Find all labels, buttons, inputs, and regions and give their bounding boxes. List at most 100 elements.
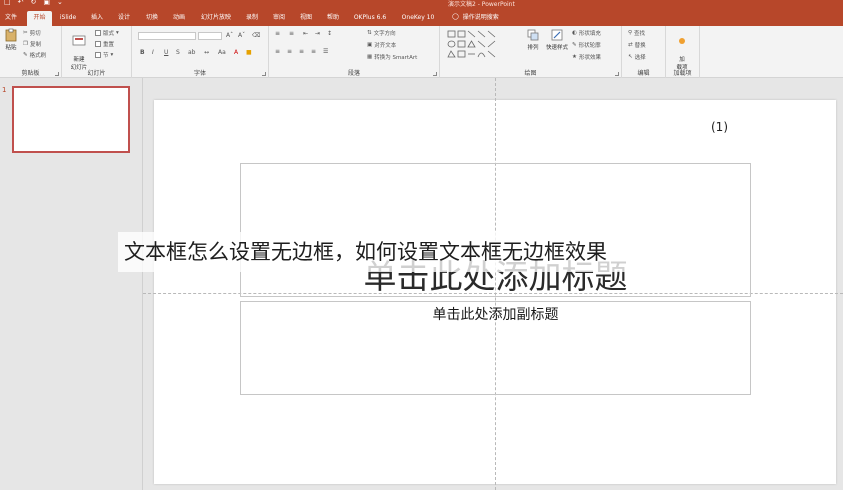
font-name-combo[interactable] xyxy=(138,32,196,40)
arrange-icon xyxy=(527,29,539,41)
clear-format-icon[interactable]: ⌫ xyxy=(252,32,260,39)
grow-font-icon[interactable]: Aˆ xyxy=(226,32,233,39)
section-button[interactable]: 节 ▾ xyxy=(95,51,113,59)
subtitle-placeholder[interactable]: 单击此处添加副标题 xyxy=(240,301,751,395)
arrange-button[interactable]: 排列 xyxy=(522,28,544,51)
find-button[interactable]: ⚲ 查找 xyxy=(628,29,645,37)
replace-icon: ⇄ xyxy=(628,42,633,48)
effects-icon: ★ xyxy=(572,54,577,60)
increase-indent-icon[interactable]: ⇥ xyxy=(315,30,320,37)
undo-icon[interactable]: ↶ xyxy=(18,0,24,6)
page-marker: (1) xyxy=(711,120,728,134)
redo-icon[interactable]: ↻ xyxy=(31,0,37,6)
tell-me-search[interactable]: ◯ 操作说明搜索 xyxy=(452,12,499,21)
tab-view[interactable]: 视图 xyxy=(296,11,316,26)
shape-effects-label: 形状效果 xyxy=(578,55,601,61)
smartart-label: 转换为 SmartArt xyxy=(374,55,418,61)
dropdown-icon: ▾ xyxy=(110,52,114,58)
font-launcher[interactable] xyxy=(262,72,266,76)
subtitle-placeholder-text: 单击此处添加副标题 xyxy=(432,307,559,323)
addins-group: 加 载项 加载项 xyxy=(666,26,700,78)
shape-outline-button[interactable]: ✎ 形状轮廓 xyxy=(572,41,601,49)
copy-icon: ❐ xyxy=(23,41,28,47)
tab-help[interactable]: 帮助 xyxy=(323,11,343,26)
ribbon: 粘贴 ✂ 剪切 ❐ 复制 ✎ 格式刷 剪贴板 新建 幻灯片 版式 ▾ 重置 节 ▾ 幻灯片… xyxy=(0,26,843,78)
shapes-gallery[interactable] xyxy=(446,29,516,59)
text-direction-button[interactable]: ⇅ 文字方向 xyxy=(367,29,396,37)
text-direction-label: 文字方向 xyxy=(373,31,396,37)
format-painter-button[interactable]: ✎ 格式刷 xyxy=(23,51,46,59)
font-color-icon[interactable]: A xyxy=(234,49,238,56)
highlight-icon[interactable]: ■ xyxy=(246,49,252,56)
slide-thumbnail[interactable] xyxy=(12,86,130,153)
underline-button[interactable]: U xyxy=(164,49,168,56)
bullets-icon[interactable]: ≡ xyxy=(275,30,280,37)
bold-button[interactable]: B xyxy=(140,49,145,56)
present-icon[interactable]: ▣ xyxy=(43,0,50,6)
slide-thumbnail-pane: 1 xyxy=(0,78,143,490)
drawing-group: 排列 快速样式 ◐ 形状填充 ✎ 形状轮廓 ★ 形状效果 绘图 xyxy=(440,26,622,78)
quick-styles-button[interactable]: 快速样式 xyxy=(544,28,570,51)
arrange-label: 排列 xyxy=(527,45,539,51)
justify-icon[interactable]: ≡ xyxy=(311,48,316,55)
smartart-button[interactable]: ▦ 转换为 SmartArt xyxy=(367,53,417,61)
slides-group: 新建 幻灯片 版式 ▾ 重置 节 ▾ 幻灯片 xyxy=(62,26,132,78)
align-center-icon[interactable]: ≡ xyxy=(287,48,292,55)
tab-home[interactable]: 开始 xyxy=(27,11,52,26)
save-icon[interactable]: □ xyxy=(4,0,11,6)
shadow-button[interactable]: S xyxy=(176,49,180,56)
align-right-icon[interactable]: ≡ xyxy=(299,48,304,55)
char-spacing-icon[interactable]: ↔ xyxy=(204,49,209,56)
font-size-combo[interactable] xyxy=(198,32,222,40)
replace-label: 替换 xyxy=(634,43,646,49)
change-case-icon[interactable]: Aa xyxy=(218,49,226,56)
tab-animations[interactable]: 动画 xyxy=(169,11,189,26)
customize-icon[interactable]: ⌄ xyxy=(57,0,63,6)
font-group: Aˆ Aˇ ⌫ B I U S ab ↔ Aa A ■ 字体 xyxy=(132,26,269,78)
lightbulb-icon: ◯ xyxy=(452,13,459,20)
shrink-font-icon[interactable]: Aˇ xyxy=(238,32,245,39)
line-spacing-icon[interactable]: ↕ xyxy=(327,30,332,37)
tab-design[interactable]: 设计 xyxy=(114,11,134,26)
addins-group-label: 加载项 xyxy=(673,70,692,77)
columns-icon[interactable]: ☰ xyxy=(323,48,328,55)
tab-insert[interactable]: 插入 xyxy=(87,11,107,26)
addins-button[interactable]: 加 载项 xyxy=(671,28,693,71)
shape-fill-button[interactable]: ◐ 形状填充 xyxy=(572,29,601,37)
tab-file[interactable]: 文件 xyxy=(2,11,20,26)
layout-button[interactable]: 版式 ▾ xyxy=(95,29,119,37)
title-placeholder[interactable]: 单击此处添加标题 xyxy=(240,163,751,297)
cut-button[interactable]: ✂ 剪切 xyxy=(23,29,41,37)
layout-icon xyxy=(95,30,101,36)
strikethrough-button[interactable]: ab xyxy=(188,49,196,56)
align-left-icon[interactable]: ≡ xyxy=(275,48,280,55)
tab-record[interactable]: 录制 xyxy=(242,11,262,26)
select-icon: ↖ xyxy=(628,54,633,60)
copy-button[interactable]: ❐ 复制 xyxy=(23,40,41,48)
tab-islide[interactable]: iSlide xyxy=(56,11,80,26)
outline-icon: ✎ xyxy=(572,42,577,48)
paragraph-launcher[interactable] xyxy=(433,72,437,76)
text-direction-icon: ⇅ xyxy=(367,30,372,36)
select-button[interactable]: ↖ 选择 xyxy=(628,53,646,61)
paragraph-group: ≡ ≡ ⇤ ⇥ ↕ ≡ ≡ ≡ ≡ ☰ ⇅ 文字方向 ▣ 对齐文本 ▦ 转换为 Sma… xyxy=(269,26,440,78)
shape-effects-button[interactable]: ★ 形状效果 xyxy=(572,53,601,61)
new-slide-button[interactable]: 新建 幻灯片 xyxy=(66,28,92,71)
italic-button[interactable]: I xyxy=(152,49,154,56)
reset-button[interactable]: 重置 xyxy=(95,40,114,48)
tab-slideshow[interactable]: 幻灯片放映 xyxy=(196,11,236,26)
tab-review[interactable]: 审阅 xyxy=(269,11,289,26)
reset-icon xyxy=(95,41,101,47)
slide-number: 1 xyxy=(2,86,7,94)
replace-button[interactable]: ⇄ 替换 xyxy=(628,41,646,49)
ribbon-tabs: 文件 开始 iSlide 插入 设计 切换 动画 幻灯片放映 录制 审阅 视图 … xyxy=(0,8,843,26)
tab-okplus[interactable]: OKPlus 6.6 xyxy=(350,11,390,26)
tab-onekey[interactable]: OneKey 10 xyxy=(397,11,439,26)
tab-transitions[interactable]: 切换 xyxy=(142,11,162,26)
decrease-indent-icon[interactable]: ⇤ xyxy=(303,30,308,37)
paste-button[interactable]: 粘贴 xyxy=(0,28,22,51)
align-text-button[interactable]: ▣ 对齐文本 xyxy=(367,41,396,49)
drawing-launcher[interactable] xyxy=(615,72,619,76)
numbering-icon[interactable]: ≡ xyxy=(289,30,294,37)
clipboard-launcher[interactable] xyxy=(55,72,59,76)
